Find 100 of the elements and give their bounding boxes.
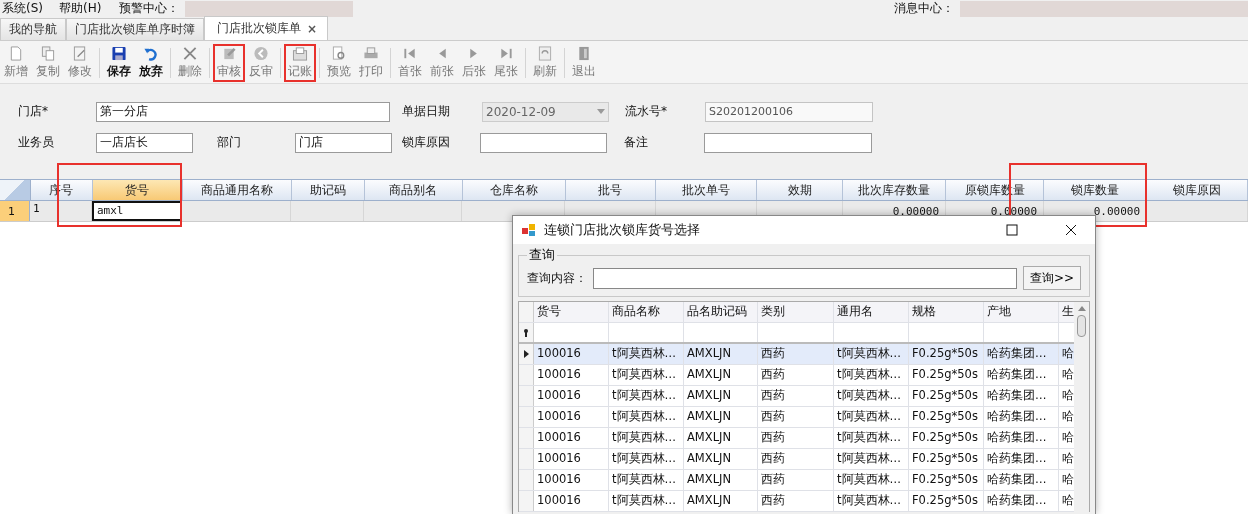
preview-icon xyxy=(331,46,347,61)
cell-editor[interactable]: amxl xyxy=(92,201,182,221)
column-header[interactable]: 产地 xyxy=(984,302,1059,322)
toolbar-button[interactable]: 放弃 xyxy=(135,44,167,82)
table-cell: t阿莫西林… xyxy=(609,428,684,448)
column-header[interactable]: 批号 xyxy=(565,180,657,200)
query-field[interactable] xyxy=(593,267,1017,289)
table-cell: 100016 xyxy=(534,407,609,427)
result-row[interactable]: 100016 t阿莫西林… AMXLJN 西药 t阿莫西林… F0.25g*50s 哈药集团… 哈 xyxy=(519,386,1074,407)
result-row[interactable]: 100016 t阿莫西林… AMXLJN 西药 t阿莫西林… F0.25g*50s 哈药集团… 哈 xyxy=(519,407,1074,428)
filter-icon xyxy=(523,328,529,337)
last-icon xyxy=(498,46,514,61)
back-icon xyxy=(253,46,269,61)
new-icon xyxy=(8,46,24,61)
table-cell: t阿莫西林… xyxy=(834,470,909,490)
table-cell: 哈药集团… xyxy=(984,428,1059,448)
table-cell: t阿莫西林… xyxy=(609,365,684,385)
tab[interactable]: 门店批次锁库单序时簿 xyxy=(66,18,204,40)
column-header[interactable]: 锁库原因 xyxy=(1147,180,1248,200)
message-center-label: 消息中心： xyxy=(894,0,954,17)
table-cell: AMXLJN xyxy=(684,344,758,364)
table-cell: t阿莫西林… xyxy=(834,428,909,448)
table-cell: 西药 xyxy=(758,470,834,490)
tab[interactable]: 我的导航 xyxy=(0,18,66,40)
column-header[interactable]: 批次库存数量 xyxy=(843,180,947,200)
menu-item[interactable]: 系统(S) xyxy=(2,0,43,17)
exit-icon xyxy=(576,46,592,61)
row-header[interactable] xyxy=(519,344,534,364)
field-label: 门店* xyxy=(18,103,49,120)
toolbar-button[interactable]: 保存 xyxy=(103,44,135,82)
column-header[interactable]: 货号 xyxy=(92,180,183,200)
text-field[interactable] xyxy=(480,132,607,153)
field-label: 备注 xyxy=(624,134,649,151)
column-header[interactable]: 通用名 xyxy=(834,302,909,322)
text-field[interactable]: 门店 xyxy=(295,132,392,153)
column-header[interactable]: 品名助记码 xyxy=(684,302,758,322)
text-field[interactable] xyxy=(704,132,872,153)
result-row[interactable]: 100016 t阿莫西林… AMXLJN 西药 t阿莫西林… F0.25g*50s 哈药集团… 哈 xyxy=(519,365,1074,386)
print-icon xyxy=(363,46,379,61)
table-cell: 西药 xyxy=(758,365,834,385)
column-header[interactable]: 锁库数量 xyxy=(1044,180,1148,200)
table-cell: AMXLJN xyxy=(684,491,758,511)
text-field[interactable]: 一店店长 xyxy=(96,132,193,153)
first-icon xyxy=(402,46,418,61)
column-header[interactable]: 货号 xyxy=(534,302,609,322)
close-icon[interactable]: × xyxy=(307,21,318,36)
group-title: 查询 xyxy=(528,246,556,264)
query-button[interactable]: 查询>> xyxy=(1022,266,1081,290)
field-label: 锁库原因 xyxy=(402,134,451,151)
column-header[interactable]: 类别 xyxy=(758,302,834,322)
table-cell: 100016 xyxy=(534,365,609,385)
column-header[interactable]: 仓库名称 xyxy=(462,180,566,200)
scroll-up-icon[interactable] xyxy=(1077,306,1086,311)
tab-label: 我的导航 xyxy=(9,21,57,38)
column-header[interactable]: 商品名称 xyxy=(609,302,684,322)
column-header[interactable]: 批次单号 xyxy=(656,180,758,200)
table-cell: 100016 xyxy=(534,470,609,490)
table-cell: AMXLJN xyxy=(684,449,758,469)
table-cell: 哈药集团… xyxy=(984,491,1059,511)
menu-item[interactable]: 帮助(H) xyxy=(59,0,102,17)
table-cell: 西药 xyxy=(758,344,834,364)
table-cell: 100016 xyxy=(534,386,609,406)
table-cell: 100016 xyxy=(534,491,609,511)
scroll-thumb[interactable] xyxy=(1077,315,1086,337)
caret-icon xyxy=(597,109,605,114)
edit-icon xyxy=(72,46,88,61)
table-cell: 100016 xyxy=(534,449,609,469)
table-cell: t阿莫西林… xyxy=(834,365,909,385)
scrollbar[interactable] xyxy=(1074,302,1089,512)
table-cell: 哈药集团… xyxy=(984,344,1059,364)
table-cell: 哈药集团… xyxy=(984,365,1059,385)
undo-icon xyxy=(143,46,159,61)
table-cell: 100016 xyxy=(534,344,609,364)
audit-icon xyxy=(221,46,237,61)
result-row[interactable]: 100016 t阿莫西林… AMXLJN 西药 t阿莫西林… F0.25g*50s 哈药集团… 哈 xyxy=(519,470,1074,491)
table-cell: t阿莫西林… xyxy=(834,407,909,427)
column-header[interactable]: 效期 xyxy=(757,180,844,200)
table-cell: F0.25g*50s xyxy=(909,470,984,490)
table-cell: t阿莫西林… xyxy=(834,344,909,364)
table-cell: F0.25g*50s xyxy=(909,428,984,448)
column-header[interactable]: 商品通用名称 xyxy=(182,180,292,200)
maximize-icon[interactable] xyxy=(1006,224,1018,236)
tab[interactable]: 门店批次锁库单 × xyxy=(204,16,329,40)
close-icon[interactable] xyxy=(1065,224,1077,236)
result-row[interactable]: 100016 t阿莫西林… AMXLJN 西药 t阿莫西林… F0.25g*50s 哈药集团… 哈 xyxy=(519,449,1074,470)
table-cell: AMXLJN xyxy=(684,386,758,406)
result-row[interactable]: 100016 t阿莫西林… AMXLJN 西药 t阿莫西林… F0.25g*50s 哈药集团… 哈 xyxy=(519,428,1074,449)
table-cell: 西药 xyxy=(758,449,834,469)
column-header[interactable]: 助记码 xyxy=(291,180,365,200)
delete-icon xyxy=(182,46,198,61)
result-row[interactable]: 100016 t阿莫西林… AMXLJN 西药 t阿莫西林… F0.25g*50s 哈药集团… 哈 xyxy=(519,344,1074,365)
text-field[interactable]: 第一分店 xyxy=(96,101,390,122)
result-row[interactable]: 100016 t阿莫西林… AMXLJN 西药 t阿莫西林… F0.25g*50s 哈药集团… 哈 xyxy=(519,491,1074,512)
table-cell: t阿莫西林… xyxy=(609,407,684,427)
column-header[interactable]: 规格 xyxy=(909,302,984,322)
field-label: 流水号* xyxy=(625,103,668,120)
table-cell: 西药 xyxy=(758,428,834,448)
field-label: 部门 xyxy=(217,134,242,151)
column-header[interactable]: 商品别名 xyxy=(364,180,463,200)
table-cell: AMXLJN xyxy=(684,428,758,448)
